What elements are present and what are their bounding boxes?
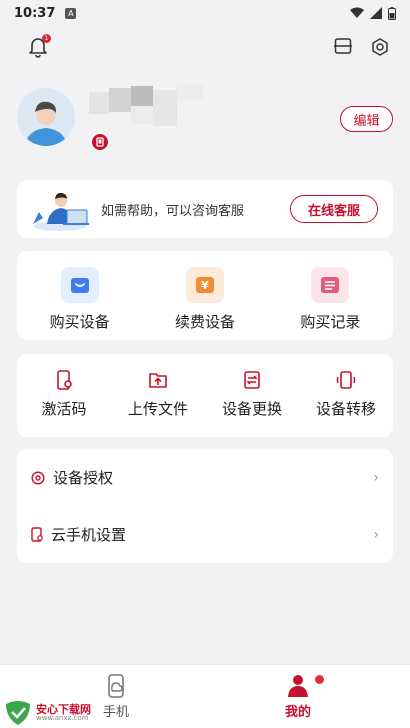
watermark-url: www.anxz.com <box>36 714 89 722</box>
battery-icon <box>388 6 396 20</box>
username-mosaic <box>77 84 212 129</box>
wifi-icon <box>350 7 364 18</box>
tab-mine-label: 我的 <box>284 705 311 720</box>
scan-icon <box>334 38 352 54</box>
upload-file-icon <box>149 373 167 388</box>
renew-device-label: 续费设备 <box>174 313 235 331</box>
signal-icon <box>370 7 382 19</box>
device-swap-label: 设备更换 <box>221 400 282 418</box>
scan-button[interactable] <box>334 38 352 58</box>
device-transfer-label: 设备转移 <box>315 400 376 418</box>
upload-file-label: 上传文件 <box>127 400 188 418</box>
purchase-record-label: 购买记录 <box>300 313 361 331</box>
purchase-record-button[interactable]: 购买记录 <box>268 251 393 340</box>
yen-coin-icon: ¥ <box>185 267 224 303</box>
tab-phone[interactable]: 手机 <box>86 673 146 720</box>
list-record-icon <box>311 267 350 303</box>
notification-badge-icon: A <box>65 7 77 19</box>
cloud-phone-settings-label: 云手机设置 <box>51 526 127 544</box>
buy-device-button[interactable]: 购买设备 <box>17 251 142 340</box>
status-icons <box>350 6 396 20</box>
settings-button[interactable] <box>371 38 389 60</box>
status-time: 10:37 <box>14 5 56 21</box>
tab-mine[interactable]: 我的 <box>268 673 328 720</box>
purchase-card: 购买设备 ¥ 续费设备 购买记录 <box>17 251 393 340</box>
user-profile-icon <box>288 675 308 697</box>
edit-profile-button[interactable]: 编辑 <box>340 106 393 132</box>
shopping-bag-icon <box>60 267 99 303</box>
gear-icon <box>372 38 388 56</box>
shield-logo-icon <box>6 701 30 725</box>
avatar[interactable] <box>17 88 75 146</box>
cloud-phone-badge-icon <box>90 132 110 152</box>
online-service-button[interactable]: 在线客服 <box>290 195 378 223</box>
device-transfer-button[interactable]: 设备转移 <box>299 354 393 437</box>
chevron-right-icon: › <box>373 469 379 486</box>
cloud-phone-icon <box>108 674 124 698</box>
device-swap-icon <box>244 371 260 389</box>
activation-code-label: 激活码 <box>41 400 87 418</box>
cloud-phone-settings-icon <box>31 527 43 542</box>
help-text: 如需帮助，可以咨询客服 <box>101 204 245 219</box>
chevron-right-icon: › <box>373 526 379 543</box>
profile-section: 编辑 <box>17 84 393 158</box>
tools-card: 激活码 上传文件 设备更换 设备转移 <box>17 354 393 437</box>
device-transfer-icon <box>336 371 356 389</box>
user-avatar-icon <box>17 88 75 146</box>
help-card: 如需帮助，可以咨询客服 在线客服 <box>17 180 393 238</box>
customer-service-illustration <box>29 186 91 236</box>
upload-file-button[interactable]: 上传文件 <box>111 354 205 437</box>
top-toolbar: 1 <box>0 34 410 62</box>
list-item-device-authorize[interactable]: 设备授权 › <box>17 449 393 506</box>
tab-phone-label: 手机 <box>102 705 129 720</box>
list-item-cloud-phone-settings[interactable]: 云手机设置 › <box>17 506 393 563</box>
bell-badge: 1 <box>42 34 51 43</box>
activation-code-button[interactable]: 激活码 <box>17 354 111 437</box>
status-bar: 10:37 A <box>0 0 410 26</box>
activation-code-icon <box>57 370 72 390</box>
tab-mine-badge <box>315 675 324 684</box>
settings-list-card: 设备授权 › 云手机设置 › <box>17 449 393 563</box>
authorize-icon <box>31 470 45 485</box>
buy-device-label: 购买设备 <box>49 313 110 331</box>
device-swap-button[interactable]: 设备更换 <box>205 354 299 437</box>
watermark-logo: 安心下载网 www.anxz.com <box>2 700 91 726</box>
renew-device-button[interactable]: ¥ 续费设备 <box>142 251 267 340</box>
svg-text:¥: ¥ <box>201 279 209 292</box>
notifications-button[interactable]: 1 <box>28 34 51 62</box>
device-authorize-label: 设备授权 <box>53 469 114 487</box>
